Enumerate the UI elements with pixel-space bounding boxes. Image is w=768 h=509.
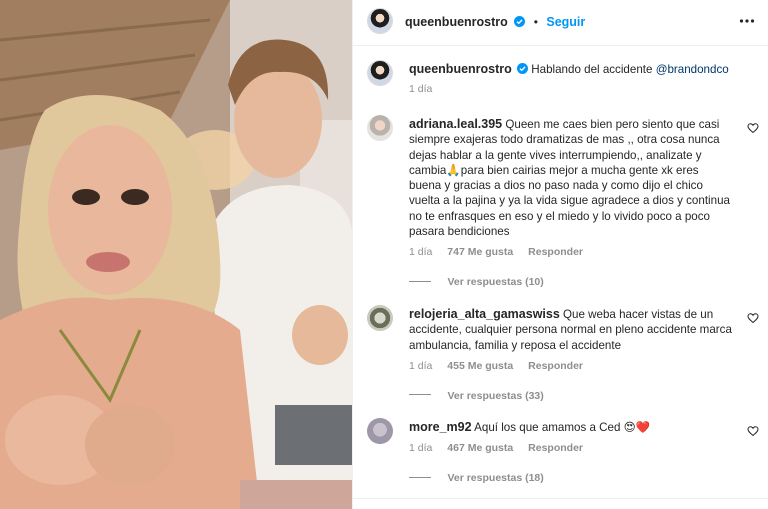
post-header: queenbuenrostro • Seguir — [353, 0, 768, 46]
view-replies-label[interactable]: Ver respuestas (10) — [447, 276, 543, 288]
replies-divider — [409, 476, 431, 478]
replies-divider — [409, 280, 431, 282]
caption-username[interactable]: queenbuenrostro — [409, 62, 512, 76]
reply-button[interactable]: Responder — [528, 246, 583, 258]
author-row: queenbuenrostro • Seguir — [405, 13, 585, 31]
comment-likes[interactable]: 467 Me gusta — [447, 442, 513, 454]
view-replies[interactable]: Ver respuestas (10) — [409, 272, 734, 290]
caption-time: 1 día — [409, 83, 433, 96]
verified-icon — [514, 16, 526, 27]
comment-text: Queen me caes bien pero siento que casi … — [409, 118, 730, 239]
divider — [353, 498, 768, 499]
commenter-avatar[interactable] — [367, 305, 393, 331]
comment-1: adriana.leal.395 Queen me caes bien pero… — [409, 117, 734, 290]
comment-meta: 1 día 467 Me gusta Responder — [409, 442, 734, 454]
caption-mention[interactable]: @brandondco — [656, 63, 729, 76]
comments-panel: queenbuenrostro • Seguir queenbuenrostro… — [352, 0, 768, 509]
heart-icon[interactable] — [747, 425, 759, 437]
comment-time: 1 día — [409, 359, 433, 372]
comment-username[interactable]: relojeria_alta_gamaswiss — [409, 307, 560, 321]
view-replies[interactable]: Ver respuestas (33) — [409, 386, 734, 404]
comment-meta: 1 día 455 Me gusta Responder — [409, 360, 734, 372]
comment-time: 1 día — [409, 246, 433, 259]
heart-icon[interactable] — [747, 312, 759, 324]
video-frame — [0, 0, 352, 509]
comment-likes[interactable]: 455 Me gusta — [447, 360, 513, 372]
view-replies-label[interactable]: Ver respuestas (33) — [447, 390, 543, 402]
replies-divider — [409, 394, 431, 396]
heart-icon[interactable] — [747, 122, 759, 134]
comment-likes[interactable]: 747 Me gusta — [447, 246, 513, 258]
comment-text: Aquí los que amamos a Ced 😍❤️ — [474, 421, 651, 434]
author-avatar[interactable] — [367, 8, 393, 34]
comment-username[interactable]: more_m92 — [409, 420, 472, 434]
comment-3: more_m92 Aquí los que amamos a Ced 😍❤️ 1… — [409, 420, 734, 486]
comment-meta: 1 día 747 Me gusta Responder — [409, 246, 734, 258]
reply-button[interactable]: Responder — [528, 360, 583, 372]
reply-button[interactable]: Responder — [528, 442, 583, 454]
post-media[interactable] — [0, 0, 352, 509]
author-username[interactable]: queenbuenrostro — [405, 15, 508, 29]
caption-avatar[interactable] — [367, 60, 393, 86]
caption-text: Hablando del accidente — [531, 63, 653, 76]
comment-username[interactable]: adriana.leal.395 — [409, 117, 502, 131]
verified-icon — [517, 63, 529, 74]
comment-time: 1 día — [409, 442, 433, 455]
more-options-icon[interactable] — [739, 13, 755, 29]
separator-dot: • — [533, 15, 538, 29]
commenter-avatar[interactable] — [367, 115, 393, 141]
view-replies[interactable]: Ver respuestas (18) — [409, 468, 734, 486]
comment-2: relojeria_alta_gamaswiss Que weba hacer … — [409, 307, 734, 404]
follow-button[interactable]: Seguir — [546, 15, 585, 29]
view-replies-label[interactable]: Ver respuestas (18) — [447, 472, 543, 484]
caption: queenbuenrostro Hablando del accidente @… — [409, 62, 759, 95]
commenter-avatar[interactable] — [367, 418, 393, 444]
